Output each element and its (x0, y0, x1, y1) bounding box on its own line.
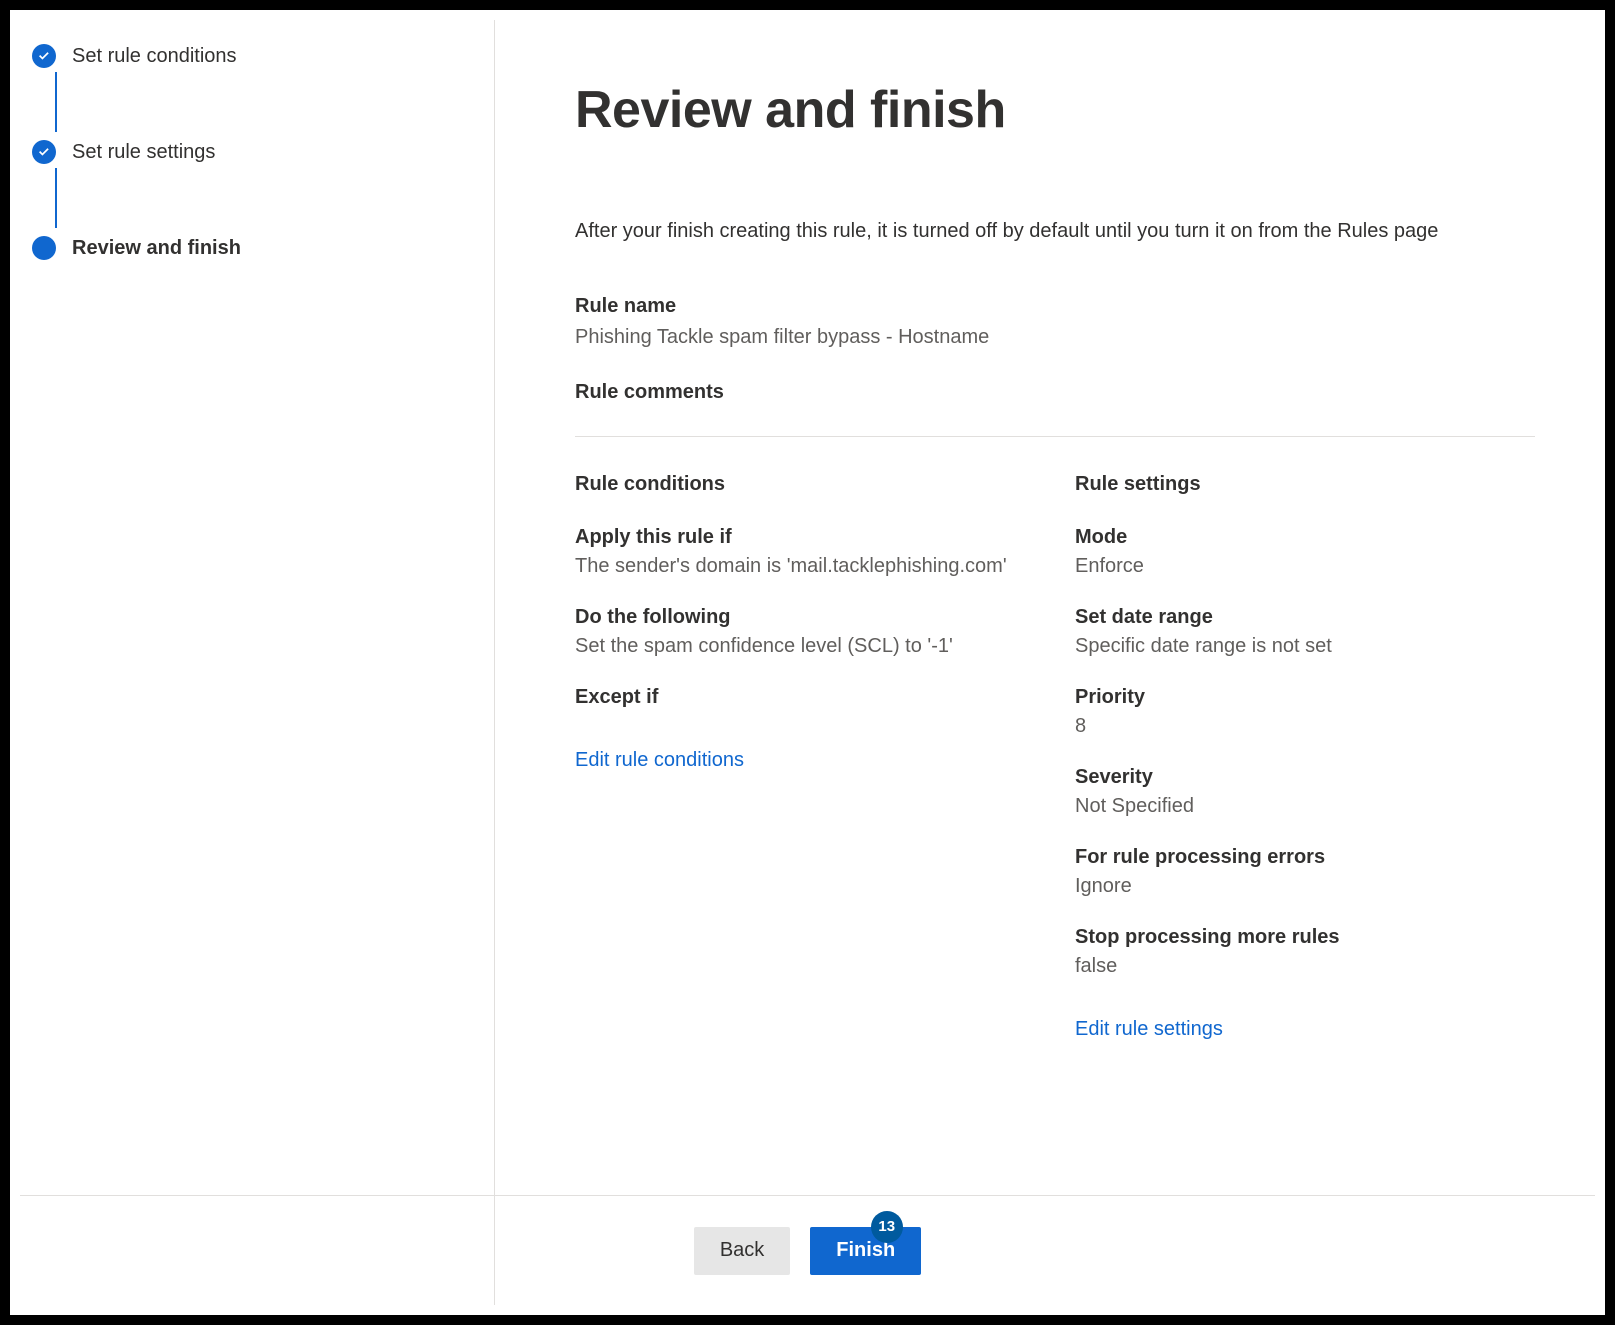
do-following-value: Set the spam confidence level (SCL) to '… (575, 635, 1035, 658)
step-connector (55, 168, 57, 228)
wizard-steps: Set rule conditions Set rule settings Re… (20, 20, 495, 1305)
step-label: Set rule conditions (72, 45, 237, 68)
apply-if-value: The sender's domain is 'mail.tacklephish… (575, 555, 1035, 578)
step-number-badge: 13 (871, 1211, 903, 1243)
apply-if-block: Apply this rule if The sender's domain i… (575, 526, 1035, 578)
stop-value: false (1075, 955, 1535, 978)
check-icon (32, 140, 56, 164)
edit-rule-conditions-link[interactable]: Edit rule conditions (575, 749, 744, 772)
stop-label: Stop processing more rules (1075, 926, 1535, 949)
settings-heading: Rule settings (1075, 473, 1535, 496)
do-following-block: Do the following Set the spam confidence… (575, 606, 1035, 658)
priority-block: Priority 8 (1075, 686, 1535, 738)
severity-label: Severity (1075, 766, 1535, 789)
back-button[interactable]: Back (694, 1227, 790, 1275)
main-content: Review and finish After your finish crea… (510, 20, 1595, 1195)
section-divider (575, 436, 1535, 437)
finish-button[interactable]: Finish (810, 1227, 921, 1275)
severity-value: Not Specified (1075, 795, 1535, 818)
rule-comments-label: Rule comments (575, 381, 1535, 404)
errors-value: Ignore (1075, 875, 1535, 898)
errors-label: For rule processing errors (1075, 846, 1535, 869)
step-review[interactable]: Review and finish (32, 230, 470, 266)
apply-if-label: Apply this rule if (575, 526, 1035, 549)
step-conditions[interactable]: Set rule conditions (32, 38, 470, 74)
mode-block: Mode Enforce (1075, 526, 1535, 578)
edit-rule-settings-link[interactable]: Edit rule settings (1075, 1018, 1223, 1041)
severity-block: Severity Not Specified (1075, 766, 1535, 818)
mode-value: Enforce (1075, 555, 1535, 578)
daterange-block: Set date range Specific date range is no… (1075, 606, 1535, 658)
conditions-heading: Rule conditions (575, 473, 1035, 496)
step-settings[interactable]: Set rule settings (32, 134, 470, 170)
errors-block: For rule processing errors Ignore (1075, 846, 1535, 898)
mode-label: Mode (1075, 526, 1535, 549)
priority-value: 8 (1075, 715, 1535, 738)
except-if-block: Except if (575, 686, 1035, 709)
except-if-label: Except if (575, 686, 1035, 709)
rule-name-block: Rule name Phishing Tackle spam filter by… (575, 295, 1535, 349)
rule-name-label: Rule name (575, 295, 1535, 318)
step-label: Set rule settings (72, 141, 215, 164)
current-step-icon (32, 236, 56, 260)
page-intro: After your finish creating this rule, it… (575, 220, 1535, 243)
rule-name-value: Phishing Tackle spam filter bypass - Hos… (575, 326, 1535, 349)
stop-block: Stop processing more rules false (1075, 926, 1535, 978)
daterange-value: Specific date range is not set (1075, 635, 1535, 658)
wizard-footer: Back 13 Finish (20, 1195, 1595, 1305)
page-title: Review and finish (575, 80, 1535, 140)
do-following-label: Do the following (575, 606, 1035, 629)
daterange-label: Set date range (1075, 606, 1535, 629)
priority-label: Priority (1075, 686, 1535, 709)
step-connector (55, 72, 57, 132)
rule-comments-block: Rule comments (575, 381, 1535, 404)
check-icon (32, 44, 56, 68)
step-label: Review and finish (72, 237, 241, 260)
rule-conditions-column: Rule conditions Apply this rule if The s… (575, 473, 1035, 1041)
rule-settings-column: Rule settings Mode Enforce Set date rang… (1075, 473, 1535, 1041)
